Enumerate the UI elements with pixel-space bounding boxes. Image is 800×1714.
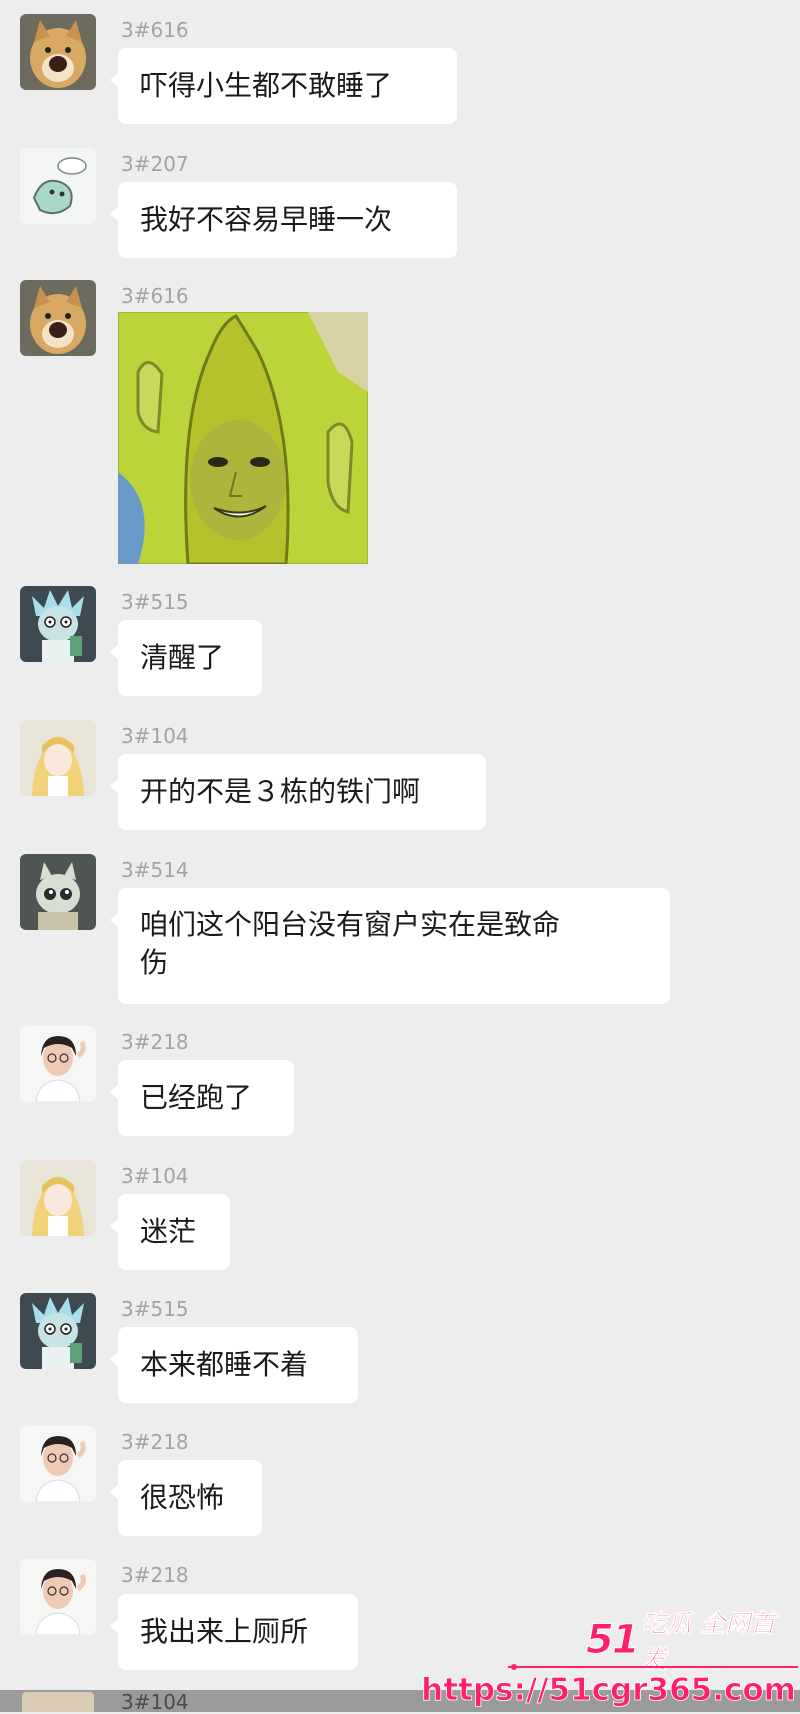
sender-name: 3#616 bbox=[121, 18, 189, 42]
person-photo-avatar[interactable] bbox=[20, 1426, 96, 1502]
watermark-url: https://51cgr365.com bbox=[421, 1672, 797, 1709]
message-bubble[interactable]: 清醒了 bbox=[110, 620, 262, 696]
sketch-character-avatar[interactable] bbox=[20, 148, 96, 224]
sender-name: 3#515 bbox=[121, 590, 189, 614]
message-bubble[interactable]: 很恐怖 bbox=[110, 1460, 262, 1536]
anime-girl-avatar[interactable] bbox=[20, 720, 96, 796]
sender-name: 3#616 bbox=[121, 284, 189, 308]
anime-girl-avatar[interactable] bbox=[22, 1692, 94, 1712]
rick-cartoon-avatar[interactable] bbox=[20, 1293, 96, 1369]
message-bubble[interactable]: 迷茫 bbox=[110, 1194, 230, 1270]
message-bubble[interactable]: 我好不容易早睡一次 bbox=[110, 182, 457, 258]
sender-name: 3#104 bbox=[121, 1690, 189, 1714]
sender-name: 3#514 bbox=[121, 858, 189, 882]
sender-name: 3#207 bbox=[121, 152, 189, 176]
message-bubble[interactable]: 我出来上厕所 bbox=[110, 1594, 358, 1670]
message-line-2: 伤 bbox=[140, 946, 169, 979]
anime-girl-avatar[interactable] bbox=[20, 1160, 96, 1236]
watermark-brand: 51 吃瓜 全网首发 bbox=[586, 1609, 798, 1675]
rick-cartoon-avatar[interactable] bbox=[20, 586, 96, 662]
sender-name: 3#218 bbox=[121, 1030, 189, 1054]
message-line-1: 咱们这个阳台没有窗户实在是致命 bbox=[140, 908, 561, 941]
message-bubble[interactable]: 开的不是３栋的铁门啊 bbox=[110, 754, 486, 830]
sender-name: 3#218 bbox=[121, 1430, 189, 1454]
shiba-dog-avatar[interactable] bbox=[20, 280, 96, 356]
sender-name: 3#515 bbox=[121, 1297, 189, 1321]
cartoon-cat-avatar[interactable] bbox=[20, 854, 96, 930]
person-photo-avatar[interactable] bbox=[20, 1026, 96, 1102]
watermark-number: 51 bbox=[586, 1617, 641, 1664]
sender-name: 3#104 bbox=[121, 724, 189, 748]
banana-face-sticker[interactable] bbox=[118, 312, 368, 564]
watermark-divider-line bbox=[508, 1664, 798, 1670]
sender-name: 3#104 bbox=[121, 1164, 189, 1188]
message-bubble[interactable]: 咱们这个阳台没有窗户实在是致命 伤 bbox=[110, 888, 670, 1004]
message-bubble[interactable]: 已经跑了 bbox=[110, 1060, 294, 1136]
sender-name: 3#218 bbox=[121, 1563, 189, 1587]
shiba-dog-avatar[interactable] bbox=[20, 14, 96, 90]
message-bubble[interactable]: 吓得小生都不敢睡了 bbox=[110, 48, 457, 124]
message-bubble[interactable]: 本来都睡不着 bbox=[110, 1327, 358, 1403]
person-photo-avatar[interactable] bbox=[20, 1559, 96, 1635]
